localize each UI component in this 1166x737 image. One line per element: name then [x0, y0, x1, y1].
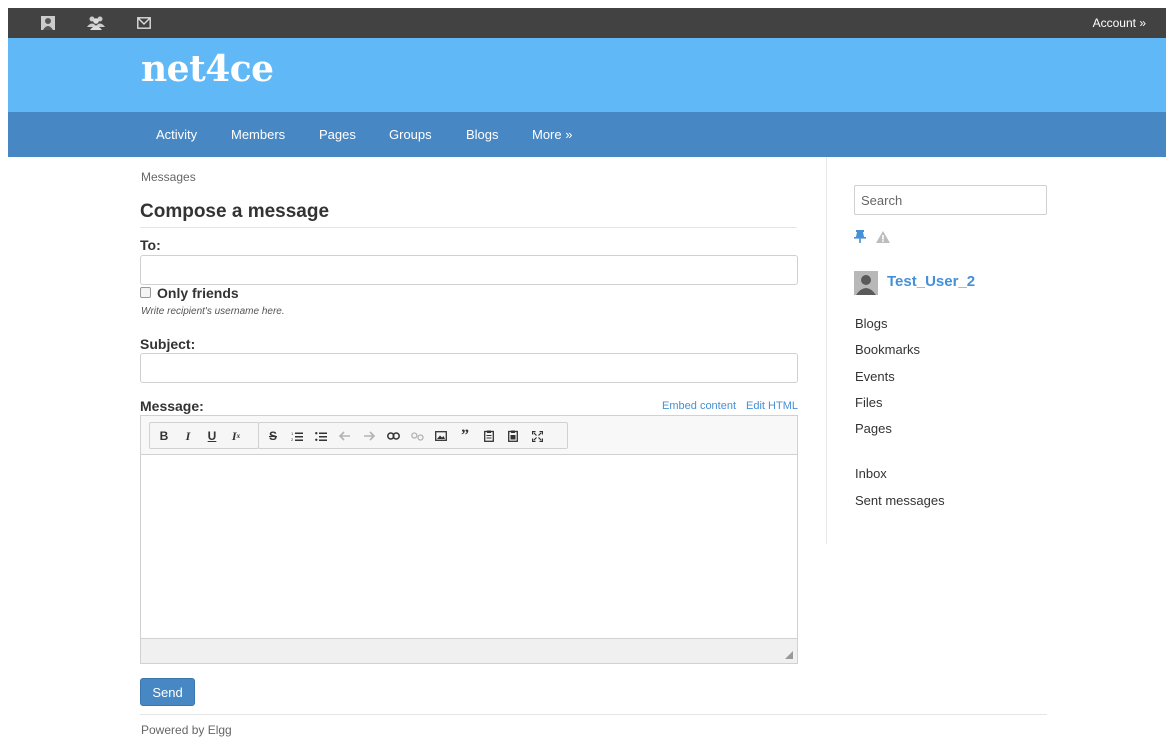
- pin-icon[interactable]: [854, 230, 866, 246]
- bulleted-list-icon[interactable]: [312, 427, 330, 445]
- nav-item-pages[interactable]: Pages: [319, 112, 356, 157]
- send-button[interactable]: Send: [140, 678, 195, 706]
- nav-item-blogs[interactable]: Blogs: [466, 112, 499, 157]
- recipient-input[interactable]: [140, 255, 798, 285]
- message-label: Message:: [140, 398, 204, 414]
- powered-by-link[interactable]: Powered by Elgg: [141, 723, 232, 737]
- search-input[interactable]: [854, 185, 1047, 215]
- svg-text:2: 2: [291, 437, 294, 442]
- blockquote-icon[interactable]: ”: [456, 427, 474, 445]
- sidebar-item-pages[interactable]: Pages: [855, 421, 892, 436]
- sidebar-item-blogs[interactable]: Blogs: [855, 316, 888, 331]
- italic-icon[interactable]: I: [179, 427, 197, 445]
- strikethrough-icon[interactable]: S: [264, 427, 282, 445]
- message-editor: B I U Ix S 12 ”: [140, 415, 798, 664]
- paste-from-word-icon[interactable]: [504, 427, 522, 445]
- sidebar-item-sent-messages[interactable]: Sent messages: [855, 493, 945, 508]
- remove-format-icon[interactable]: Ix: [227, 427, 245, 445]
- main-nav: Activity Members Pages Groups Blogs More…: [8, 112, 1166, 157]
- site-title[interactable]: net4ce: [141, 48, 274, 90]
- numbered-list-icon[interactable]: 12: [288, 427, 306, 445]
- owner-name-link[interactable]: Test_User_2: [887, 273, 975, 290]
- nav-item-more[interactable]: More »: [532, 112, 572, 157]
- message-body-textarea[interactable]: [141, 455, 797, 639]
- nav-item-groups[interactable]: Groups: [389, 112, 432, 157]
- redo-icon[interactable]: [360, 427, 378, 445]
- bold-icon[interactable]: B: [155, 427, 173, 445]
- toolbar-group-advanced: S 12 ”: [258, 422, 568, 449]
- sidebar-divider: [826, 157, 827, 544]
- editor-links: Embed content Edit HTML: [652, 400, 798, 412]
- subject-input[interactable]: [140, 353, 798, 383]
- link-icon[interactable]: [384, 427, 402, 445]
- avatar[interactable]: [854, 271, 878, 295]
- underline-icon[interactable]: U: [203, 427, 221, 445]
- toolbar-group-basic: B I U Ix: [149, 422, 259, 449]
- svg-text:1: 1: [291, 431, 294, 436]
- only-friends-label[interactable]: Only friends: [157, 285, 239, 301]
- breadcrumb[interactable]: Messages: [141, 170, 196, 184]
- sidebar-item-inbox[interactable]: Inbox: [855, 466, 887, 481]
- edit-html-link[interactable]: Edit HTML: [746, 400, 798, 412]
- sidebar-item-files[interactable]: Files: [855, 395, 882, 410]
- topbar: Account »: [8, 8, 1166, 38]
- page-title: Compose a message: [140, 201, 330, 222]
- embed-content-link[interactable]: Embed content: [662, 400, 736, 412]
- nav-item-activity[interactable]: Activity: [156, 112, 197, 157]
- sidebar-item-bookmarks[interactable]: Bookmarks: [855, 342, 920, 357]
- report-warning-icon[interactable]: [876, 231, 890, 246]
- image-icon[interactable]: [432, 427, 450, 445]
- editor-status-bar: [141, 638, 797, 663]
- site-header: net4ce: [8, 38, 1166, 112]
- unlink-icon[interactable]: [408, 427, 426, 445]
- undo-icon[interactable]: [336, 427, 354, 445]
- resize-handle[interactable]: [785, 651, 793, 659]
- footer-divider: [140, 714, 1047, 715]
- only-friends-checkbox[interactable]: [140, 287, 151, 298]
- editor-toolbar: B I U Ix S 12 ”: [141, 416, 797, 455]
- sidebar-item-events[interactable]: Events: [855, 369, 895, 384]
- subject-label: Subject:: [140, 336, 196, 352]
- title-divider: [140, 227, 797, 228]
- profile-icon[interactable]: [36, 8, 60, 38]
- mail-icon[interactable]: [132, 8, 156, 38]
- account-menu[interactable]: Account »: [1093, 8, 1146, 38]
- friends-icon[interactable]: [84, 8, 108, 38]
- recipient-help-text: Write recipient's username here.: [141, 306, 285, 317]
- maximize-icon[interactable]: [528, 427, 546, 445]
- nav-item-members[interactable]: Members: [231, 112, 285, 157]
- paste-icon[interactable]: [480, 427, 498, 445]
- to-label: To:: [140, 237, 161, 253]
